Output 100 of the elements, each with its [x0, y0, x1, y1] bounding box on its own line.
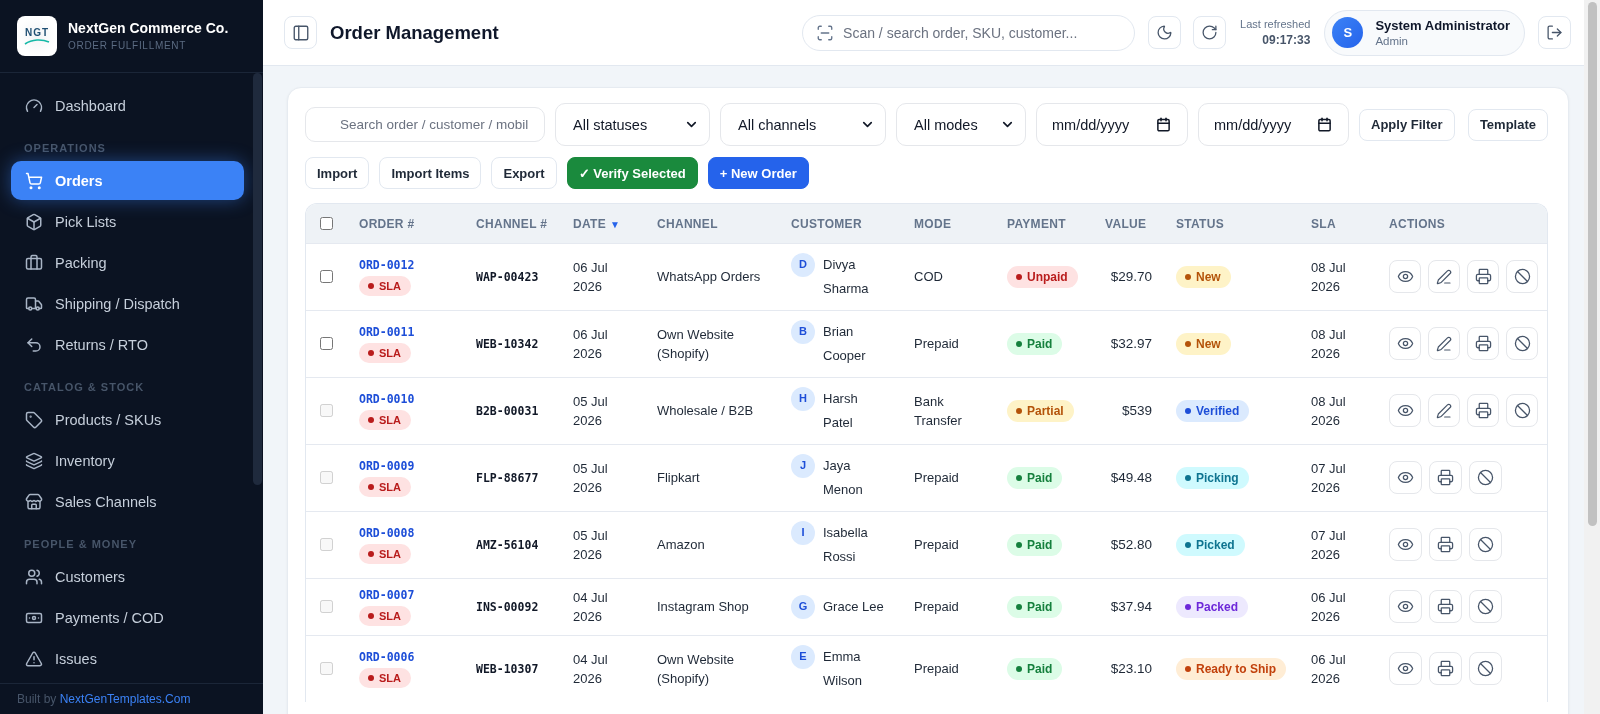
print-button[interactable]	[1467, 260, 1499, 293]
cancel-button[interactable]	[1506, 394, 1538, 427]
status-select[interactable]: All statuses	[555, 103, 710, 146]
scrollbar-thumb[interactable]	[1588, 2, 1597, 526]
channel-order-number: B2B-00031	[476, 403, 539, 418]
payment-mode: Bank Transfer	[914, 392, 963, 430]
order-value: $52.80	[1110, 537, 1152, 552]
sort-indicator[interactable]: ▼	[610, 219, 620, 231]
customer-avatar: G	[791, 594, 815, 619]
sla-flag-label: SLA	[379, 479, 401, 494]
customer-name: Grace Lee	[823, 597, 884, 616]
sla-date: 07 Jul 2026	[1311, 526, 1347, 564]
ban-icon	[1513, 335, 1531, 352]
customer-avatar: E	[791, 644, 815, 669]
view-button[interactable]	[1389, 260, 1421, 293]
sidebar-nav-item[interactable]: Products / SKUs	[11, 400, 244, 439]
toolbar-button[interactable]: Import	[305, 157, 370, 189]
sidebar-nav-item[interactable]: Payments / COD	[11, 598, 244, 637]
status-dot-icon	[1185, 541, 1191, 548]
cancel-button[interactable]	[1506, 327, 1538, 360]
sla-flag-label: SLA	[379, 546, 401, 561]
sidebar-nav-item[interactable]: Sales Channels	[11, 482, 244, 521]
channel-select[interactable]: All channels	[720, 103, 886, 146]
refresh-icon	[1201, 24, 1219, 41]
global-search-field[interactable]: Scan / search order, SKU, customer...	[802, 14, 1136, 51]
order-search-field[interactable]: Search order / customer / mobil	[305, 107, 545, 142]
customer-name: Jaya Menon	[823, 456, 864, 499]
status-dot-icon	[1016, 340, 1022, 347]
order-date: 06 Jul 2026	[573, 325, 609, 363]
scrollbar-track[interactable]	[1584, 0, 1600, 714]
sidebar-toggle-button[interactable]	[284, 16, 317, 49]
gauge-icon	[25, 96, 43, 115]
order-value: $29.70	[1110, 269, 1152, 284]
sla-date: 07 Jul 2026	[1311, 459, 1347, 497]
order-status-label: Picked	[1196, 537, 1235, 552]
ban-icon	[1513, 402, 1531, 419]
column-header[interactable]: DATE	[573, 217, 606, 232]
sidebar-nav-item[interactable]: Returns / RTO	[11, 325, 244, 364]
row-checkbox[interactable]	[320, 337, 333, 350]
customer-name: Emma Wilson	[823, 647, 863, 690]
theme-toggle-button[interactable]	[1148, 16, 1182, 49]
sla-date: 08 Jul 2026	[1311, 392, 1347, 430]
sidebar-nav-item[interactable]: Orders	[11, 161, 244, 200]
toolbar-button[interactable]: Import Items	[379, 157, 482, 189]
edit-button[interactable]	[1428, 260, 1460, 293]
sidebar-nav-item[interactable]: Pick Lists	[11, 202, 244, 241]
customer-name: Isabella Rossi	[823, 523, 869, 566]
printer-icon	[1474, 402, 1492, 419]
sidebar-nav-item[interactable]: Inventory	[11, 441, 244, 480]
channel-order-number: WAP-00423	[476, 269, 539, 284]
column-header: PAYMENT	[1007, 217, 1066, 232]
channel-order-number: WEB-10342	[476, 336, 539, 351]
logout-button[interactable]	[1538, 16, 1571, 49]
eye-icon	[1396, 268, 1414, 285]
apply-filter-button[interactable]: Apply Filter	[1359, 108, 1455, 141]
toolbar-button[interactable]: ✓ Verify Selected	[566, 157, 698, 189]
order-date: 04 Jul 2026	[573, 650, 609, 688]
order-date: 04 Jul 2026	[573, 588, 609, 626]
user-menu[interactable]: S System Administrator Admin	[1324, 9, 1525, 56]
payment-status-label: Paid	[1027, 599, 1053, 614]
warning-icon	[25, 649, 43, 668]
channel-name: Amazon	[657, 536, 705, 554]
edit-button[interactable]	[1428, 327, 1460, 360]
order-date: 05 Jul 2026	[573, 526, 609, 564]
sidebar-nav-item[interactable]: Packing	[11, 243, 244, 282]
sidebar-nav-item[interactable]: Issues	[11, 639, 244, 678]
cancel-button[interactable]	[1506, 260, 1538, 293]
printer-icon	[1437, 598, 1454, 615]
sidebar-nav-item[interactable]: Dashboard	[11, 86, 244, 125]
toolbar-button[interactable]: Export	[491, 157, 557, 189]
sidebar-nav-item[interactable]: Customers	[11, 557, 244, 596]
print-button[interactable]	[1467, 394, 1499, 427]
mode-select[interactable]: All modes	[896, 103, 1026, 146]
row-checkbox[interactable]	[320, 270, 333, 283]
select-all-checkbox[interactable]	[320, 216, 333, 230]
template-button[interactable]: Template	[1467, 108, 1548, 141]
sla-flag-label: SLA	[379, 278, 401, 293]
toolbar-button[interactable]: + New Order	[707, 157, 809, 189]
channel-name: Instagram Shop	[657, 598, 749, 616]
order-number-link[interactable]: ORD-0011	[359, 324, 415, 340]
channel-name: Flipkart	[657, 469, 700, 487]
credit-link[interactable]: NextGenTemplates.Com	[59, 692, 191, 706]
logout-icon	[1546, 24, 1563, 41]
order-date: 06 Jul 2026	[573, 258, 609, 296]
status-dot-icon	[1016, 603, 1022, 610]
print-button[interactable]	[1467, 327, 1499, 360]
view-button[interactable]	[1389, 394, 1421, 427]
sla-date: 08 Jul 2026	[1311, 325, 1347, 363]
sidebar-nav-item[interactable]: Shipping / Dispatch	[11, 284, 244, 323]
order-number-link[interactable]: ORD-0012	[359, 257, 415, 273]
status-dot-icon	[1185, 407, 1191, 414]
date-field[interactable]: mm/dd/yyyy	[1198, 103, 1349, 146]
sla-date: 06 Jul 2026	[1311, 588, 1347, 626]
date-field[interactable]: mm/dd/yyyy	[1036, 103, 1188, 146]
payment-status-label: Paid	[1027, 470, 1053, 485]
refresh-button[interactable]	[1193, 16, 1227, 49]
view-button[interactable]	[1389, 327, 1421, 360]
sla-flag-label: SLA	[379, 670, 401, 685]
column-header: ACTIONS	[1389, 217, 1446, 232]
scrollbar-thumb[interactable]	[253, 73, 262, 485]
